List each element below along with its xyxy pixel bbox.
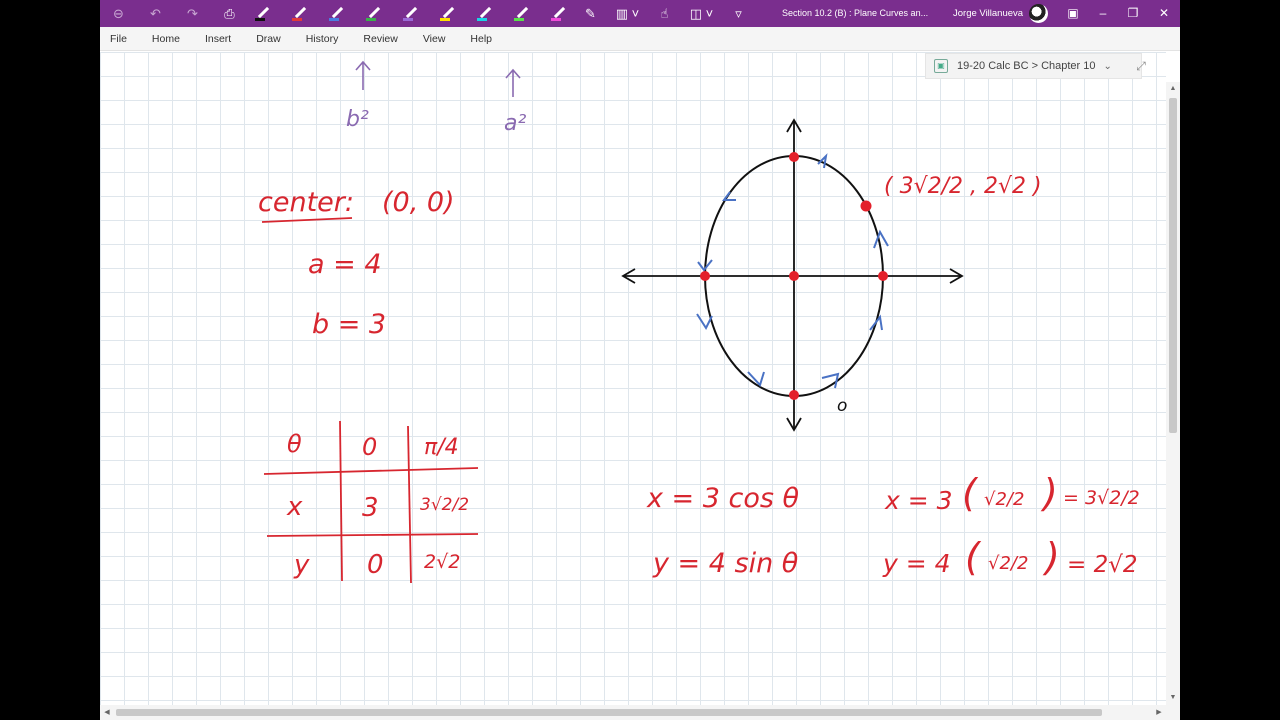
equation-x: x = 3 cos θ — [646, 483, 799, 514]
handwriting-layer: b² a² center: (0, 0) a = 4 b = 3 θ 0 π/4… — [258, 60, 1140, 584]
table-row-y-pi4: 2√2 — [424, 551, 460, 573]
vertical-scroll-thumb[interactable] — [1169, 98, 1177, 433]
b-value: b = 3 — [312, 309, 386, 340]
back-icon[interactable]: ⊖ — [100, 0, 137, 27]
user-name[interactable]: Jorge Villanueva — [953, 0, 1023, 27]
table-header-pi-over-4: π/4 — [424, 435, 459, 460]
green-highlighter-icon[interactable] — [507, 0, 535, 27]
expand-icon[interactable]: ⤢ — [1130, 55, 1152, 77]
horizontal-scrollbar[interactable]: ◀ ▶ — [100, 705, 1166, 720]
notebook-icon: ▣ — [934, 59, 948, 73]
undo-icon[interactable]: ↶ — [137, 0, 174, 27]
avatar[interactable] — [1029, 4, 1048, 23]
table-row-y-label: y — [293, 550, 310, 580]
scroll-down-icon[interactable]: ▼ — [1166, 691, 1180, 705]
breadcrumb-text[interactable]: 19-20 Calc BC > Chapter 10 — [957, 60, 1096, 72]
table-row-x-pi4: 3√2/2 — [420, 495, 469, 515]
calc-y-left: y = 4 — [882, 549, 951, 578]
arrow-up-a — [505, 68, 521, 97]
center-value: (0, 0) — [382, 187, 455, 218]
menu-view[interactable]: View — [423, 33, 446, 45]
arrow-up-b — [355, 60, 371, 90]
calc-x-result: = 3√2/2 — [1063, 487, 1140, 509]
menu-draw[interactable]: Draw — [256, 33, 281, 45]
maximize-icon[interactable]: ❐ — [1118, 0, 1148, 27]
point-label: ( 3√2/2 , 2√2 ) — [884, 174, 1042, 199]
menu-review[interactable]: Review — [363, 33, 397, 45]
eraser-icon[interactable]: ✎ — [572, 0, 609, 27]
purple-pen-icon[interactable] — [396, 0, 424, 27]
menu-bar: File Home Insert Draw History Review Vie… — [100, 27, 1180, 51]
table-row-x-label: x — [286, 492, 303, 522]
calc-y-open-paren: ( — [965, 535, 982, 579]
touch-icon[interactable]: ☝ — [646, 0, 683, 27]
menu-help[interactable]: Help — [470, 33, 492, 45]
ellipse-graph: o — [621, 118, 964, 432]
center-underline — [261, 217, 353, 223]
calc-x-close-paren: ) — [1040, 471, 1058, 515]
print-icon[interactable]: ⎙ — [211, 0, 248, 27]
scroll-left-icon[interactable]: ◀ — [100, 705, 114, 720]
table-row-y-0: 0 — [367, 550, 384, 580]
menu-insert[interactable]: Insert — [205, 33, 231, 45]
label-b-squared: b² — [346, 107, 369, 132]
table-row-x-0: 3 — [362, 493, 379, 523]
label-a-squared: a² — [504, 111, 526, 136]
redo-icon[interactable]: ↷ — [174, 0, 211, 27]
chevron-down-icon[interactable]: ⌄ — [1104, 61, 1112, 72]
lasso-icon[interactable]: ◫ ˅ — [683, 0, 720, 27]
calc-y-result: = 2√2 — [1067, 552, 1138, 578]
close-icon[interactable]: ✕ — [1149, 0, 1179, 27]
horizontal-scroll-thumb[interactable] — [116, 709, 1102, 716]
scroll-right-icon[interactable]: ▶ — [1152, 705, 1166, 720]
blue-pen-icon[interactable] — [322, 0, 350, 27]
center-label: center: — [258, 187, 354, 218]
black-pen-icon[interactable] — [248, 0, 276, 27]
red-pen-icon[interactable] — [285, 0, 313, 27]
menu-file[interactable]: File — [110, 33, 127, 45]
more-pens-icon[interactable]: ▥ ˅ — [609, 0, 646, 27]
yellow-highlighter-icon[interactable] — [433, 0, 461, 27]
menu-home[interactable]: Home — [152, 33, 180, 45]
calc-y-close-paren: ) — [1042, 535, 1060, 579]
calc-x-open-paren: ( — [962, 471, 979, 515]
start-marker: o — [837, 396, 847, 416]
cyan-highlighter-icon[interactable] — [470, 0, 498, 27]
calc-x-fraction: √2/2 — [984, 489, 1024, 510]
green-pen-icon[interactable] — [359, 0, 387, 27]
vertical-scrollbar[interactable]: ▲ ▼ — [1166, 82, 1180, 705]
a-value: a = 4 — [308, 249, 382, 280]
menu-history[interactable]: History — [306, 33, 339, 45]
onenote-window: ⊖ ↶ ↷ ⎙ ✎ ▥ ˅ ☝ ◫ ˅ ▿ Section 10.2 (B) :… — [100, 0, 1180, 720]
title-bar: ⊖ ↶ ↷ ⎙ ✎ ▥ ˅ ☝ ◫ ˅ ▿ Section 10.2 (B) :… — [100, 0, 1180, 27]
scrollbar-corner — [1166, 705, 1180, 720]
calc-y-fraction: √2/2 — [988, 553, 1028, 574]
minimize-icon[interactable]: – — [1088, 0, 1118, 27]
restore-icon[interactable]: ▣ — [1058, 0, 1088, 27]
note-canvas[interactable]: b² a² center: (0, 0) a = 4 b = 3 θ 0 π/4… — [100, 52, 1166, 705]
scroll-up-icon[interactable]: ▲ — [1166, 82, 1180, 96]
table-header-theta: θ — [287, 430, 302, 458]
calc-x-left: x = 3 — [884, 486, 953, 515]
pink-highlighter-icon[interactable] — [544, 0, 572, 27]
equation-y: y = 4 sin θ — [652, 548, 798, 579]
table-header-0: 0 — [362, 433, 377, 461]
page-title: Section 10.2 (B) : Plane Curves an... — [782, 8, 929, 18]
breadcrumb[interactable]: ▣ 19-20 Calc BC > Chapter 10 ⌄ — [925, 53, 1142, 79]
customize-icon[interactable]: ▿ — [720, 0, 757, 27]
